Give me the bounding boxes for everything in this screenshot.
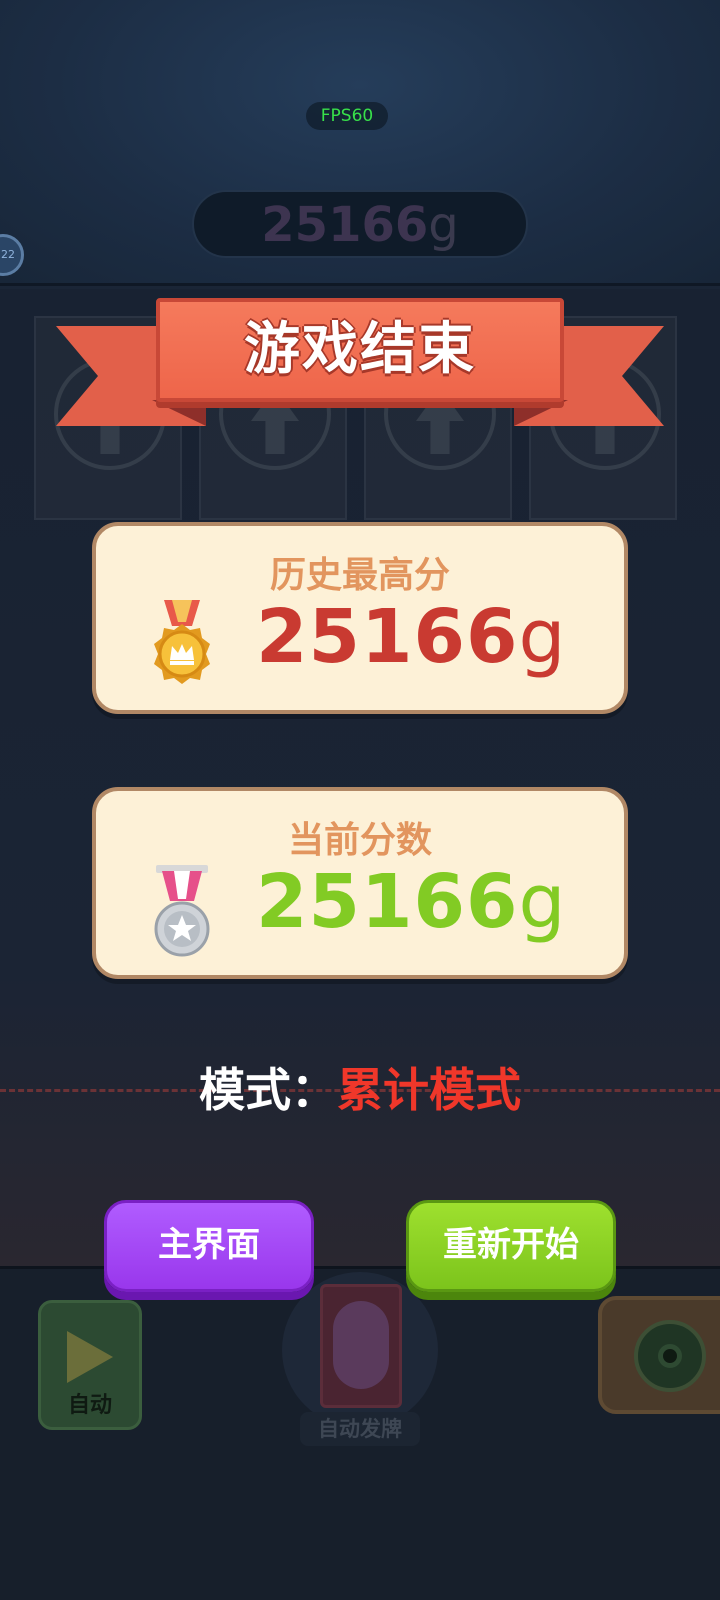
auto-button[interactable]: 自动 bbox=[38, 1300, 142, 1430]
game-over-title: 游戏结束 bbox=[244, 317, 476, 382]
card-back-icon bbox=[333, 1301, 389, 1389]
gear-icon bbox=[634, 1320, 706, 1392]
current-score-unit: g bbox=[518, 859, 567, 945]
top-score-number: 25166 bbox=[261, 197, 429, 253]
top-score-unit: g bbox=[428, 197, 459, 253]
fps-counter: FPS60 bbox=[306, 102, 388, 130]
mode-key: 模式： bbox=[199, 1063, 337, 1117]
best-score-number: 25166 bbox=[256, 594, 519, 680]
current-score-value: 25166g bbox=[256, 859, 566, 945]
deck-card[interactable] bbox=[320, 1284, 402, 1408]
mode-indicator: 模式：累计模式 bbox=[0, 1054, 720, 1120]
restart-button[interactable]: 重新开始 bbox=[406, 1200, 616, 1292]
mode-value: 累计模式 bbox=[337, 1063, 521, 1117]
auto-deal-label[interactable]: 自动发牌 bbox=[300, 1412, 420, 1446]
current-score-card: 当前分数 25166g bbox=[92, 787, 628, 979]
gear-core bbox=[658, 1344, 682, 1368]
best-score-label: 历史最高分 bbox=[269, 555, 450, 596]
best-score-card: 历史最高分 25166g bbox=[92, 522, 628, 714]
current-score-label: 当前分数 bbox=[287, 820, 432, 861]
silver-star-medal-icon bbox=[154, 865, 210, 957]
game-over-banner: 游戏结束 bbox=[56, 296, 664, 436]
play-icon bbox=[67, 1331, 113, 1383]
current-score-number: 25166 bbox=[256, 859, 519, 945]
ribbon-main: 游戏结束 bbox=[156, 298, 564, 402]
best-score-value: 25166g bbox=[256, 594, 566, 680]
settings-button[interactable] bbox=[598, 1296, 720, 1414]
gold-crown-medal-icon bbox=[154, 600, 210, 684]
home-button[interactable]: 主界面 bbox=[104, 1200, 314, 1292]
best-score-unit: g bbox=[518, 594, 567, 680]
top-score-display: 25166g bbox=[192, 190, 528, 258]
auto-label: 自动 bbox=[67, 1393, 112, 1418]
